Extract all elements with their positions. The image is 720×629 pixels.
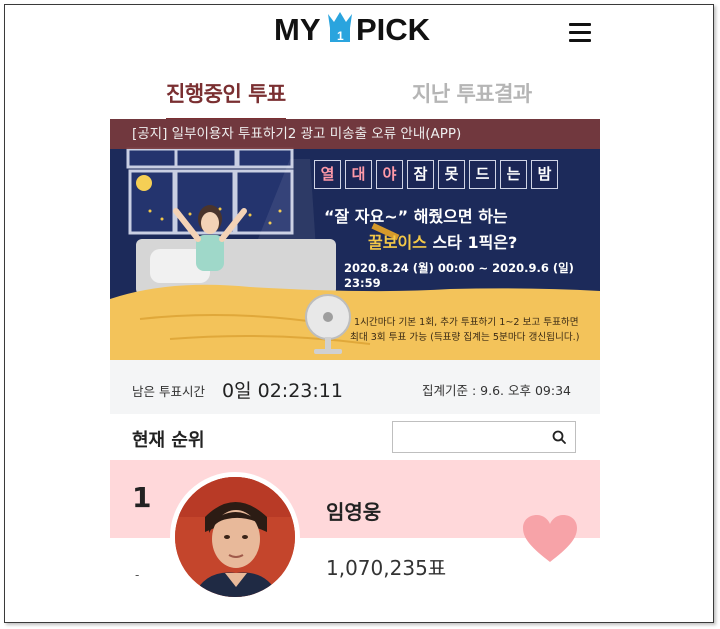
crown-icon: 1 xyxy=(328,12,352,43)
search-input[interactable] xyxy=(399,422,553,452)
artist-name: 임영웅 xyxy=(326,500,382,524)
banner-subtitle-line2: 꿀보이스 스타 1픽은? xyxy=(368,229,517,253)
remaining-time-value: 0일 02:23:11 xyxy=(222,376,343,403)
banner-title-char: 야 xyxy=(376,160,403,189)
banner-highlight: 꿀보이스 xyxy=(368,233,427,252)
banner-title-char: 잠 xyxy=(407,160,434,189)
artist-search-box xyxy=(392,421,576,453)
logo-text-my: MY xyxy=(274,12,321,47)
rank-change-indicator: - xyxy=(135,568,140,582)
event-banner[interactable]: [공지] 일부이용자 투표하기2 광고 미송출 오류 안내(APP) 열 대 야… xyxy=(110,119,600,360)
banner-subtitle-line1: “잘 자요~” 해줬으면 하는 xyxy=(324,207,508,226)
logo-badge-number: 1 xyxy=(337,29,344,43)
remaining-days: 0일 xyxy=(222,380,252,402)
banner-title-char: 드 xyxy=(469,160,496,189)
tab-past-results[interactable]: 지난 투표결과 xyxy=(412,78,532,108)
banner-title-char: 밤 xyxy=(531,160,558,189)
rank-number: 1 xyxy=(132,481,152,514)
remaining-clock: 02:23:11 xyxy=(257,380,343,402)
banner-subtitle-rest: 스타 1픽은? xyxy=(426,233,518,252)
banner-title-char: 열 xyxy=(314,160,341,189)
banner-title: 열 대 야 잠 못 드 는 밤 xyxy=(314,160,558,189)
tab-ongoing-votes[interactable]: 진행중인 투표 xyxy=(166,78,286,121)
banner-title-char: 는 xyxy=(500,160,527,189)
notice-bar[interactable]: [공지] 일부이용자 투표하기2 광고 미송출 오류 안내(APP) xyxy=(110,119,600,149)
search-icon[interactable] xyxy=(552,430,566,444)
logo-text-pick: PICK xyxy=(356,12,431,47)
hamburger-menu-icon[interactable] xyxy=(569,23,591,43)
remaining-time-label: 남은 투표시간 xyxy=(132,384,205,399)
artist-photo xyxy=(175,477,295,597)
artist-avatar[interactable] xyxy=(170,472,300,602)
banner-info-line2: 최대 3회 투표 가능 (득표량 집계는 5분마다 갱신됩니다.) xyxy=(350,332,580,343)
banner-date-range: 2020.8.24 (월) 00:00 ~ 2020.9.6 (일) 23:59 xyxy=(344,261,574,290)
banner-info-line1: 1시간마다 기본 1회, 추가 투표하기 1~2 보고 투표하면 xyxy=(354,317,579,328)
tally-basis-label: 집계기준 : 9.6. 오후 09:34 xyxy=(422,383,571,398)
current-ranking-title: 현재 순위 xyxy=(132,430,205,451)
moon-icon xyxy=(136,175,152,191)
heart-vote-icon[interactable] xyxy=(522,514,578,564)
mypick-logo[interactable]: MY 1 PICK xyxy=(272,6,442,52)
banner-title-char: 못 xyxy=(438,160,465,189)
vote-status-bar: 남은 투표시간 0일 02:23:11 집계기준 : 9.6. 오후 09:34 xyxy=(110,360,600,414)
banner-title-char: 대 xyxy=(345,160,372,189)
vote-count: 1,070,235표 xyxy=(326,556,447,580)
